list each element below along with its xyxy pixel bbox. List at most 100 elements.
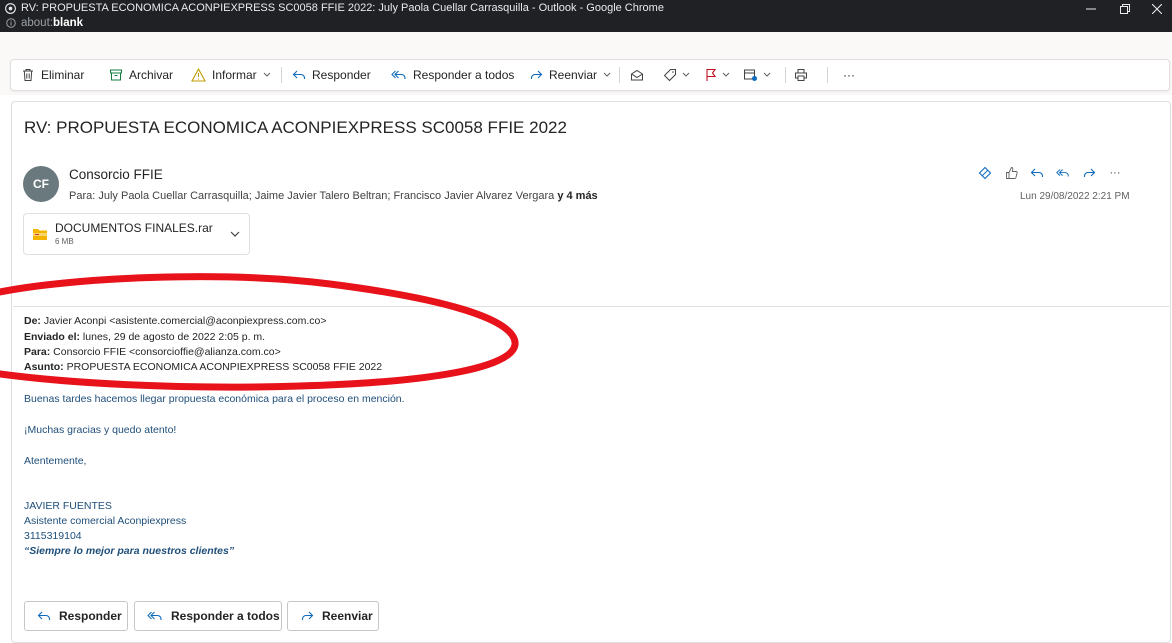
warning-icon	[191, 68, 206, 82]
footer-reply-all-label: Responder a todos	[171, 609, 280, 623]
close-button[interactable]	[1142, 0, 1172, 18]
reply-all-icon	[147, 611, 162, 620]
sparkle-tag-icon	[978, 166, 992, 180]
command-area: Eliminar Archivar Informar Responder Res…	[0, 32, 1172, 95]
toolbar-divider	[281, 67, 282, 83]
reply-label: Responder	[312, 68, 371, 82]
forward-label: Reenviar	[549, 68, 598, 82]
chevron-down-icon	[682, 72, 690, 77]
print-button[interactable]	[794, 60, 808, 90]
reply-all-icon	[1056, 169, 1069, 177]
message-subject: RV: PROPUESTA ECONOMICA ACONPIEXPRESS SC…	[24, 118, 567, 137]
toolbar-divider	[619, 67, 620, 83]
more-recipients-link[interactable]: y 4 más	[557, 190, 597, 202]
to-list[interactable]: July Paola Cuellar Carrasquilla; Jaime J…	[98, 190, 554, 202]
message-date: Lun 29/08/2022 2:21 PM	[1020, 191, 1130, 202]
reply-button[interactable]: Responder	[292, 60, 371, 90]
forward-sent-line: Enviado el: lunes, 29 de agosto de 2022 …	[24, 331, 265, 343]
minimize-button[interactable]	[1074, 0, 1108, 18]
forward-from-line: De: Javier Aconpi <asistente.comercial@a…	[24, 315, 326, 327]
reply-all-icon	[391, 70, 406, 79]
sender-name[interactable]: Consorcio FFIE	[69, 167, 163, 182]
report-button[interactable]: Informar	[191, 60, 271, 90]
forward-from-value: Javier Aconpi <asistente.comercial@aconp…	[40, 315, 327, 327]
forward-sent-value: lunes, 29 de agosto de 2022 2:05 p. m.	[80, 331, 266, 343]
folder-move-icon	[744, 69, 757, 81]
thumbs-up-icon	[1005, 167, 1018, 179]
forward-sent-label: Enviado el:	[24, 331, 81, 343]
header-more-button[interactable]: ···	[1106, 166, 1124, 180]
forward-icon	[1083, 168, 1096, 177]
url-bar[interactable]: about:blank	[21, 17, 83, 29]
restore-button[interactable]	[1108, 0, 1142, 18]
avatar[interactable]: CF	[23, 166, 59, 202]
forward-subject-value: PROPUESTA ECONOMICA ACONPIEXPRESS SC0058…	[63, 361, 383, 373]
envelope-open-icon	[631, 69, 643, 81]
reply-icon	[1030, 168, 1044, 177]
footer-forward-label: Reenviar	[322, 609, 373, 623]
attachment-card[interactable]: DOCUMENTOS FINALES.rar 6 MB	[23, 213, 250, 255]
header-reply-all-button[interactable]	[1056, 166, 1070, 180]
body-line: ¡Muchas gracias y quedo atento!	[24, 424, 177, 436]
url-host: blank	[52, 17, 84, 29]
forward-subject-line: Asunto: PROPUESTA ECONOMICA ACONPIEXPRES…	[24, 361, 382, 373]
archive-label: Archivar	[129, 68, 174, 82]
info-icon[interactable]	[6, 18, 16, 28]
to-prefix: Para:	[69, 190, 96, 202]
chevron-down-icon	[763, 72, 771, 77]
minimize-icon	[1086, 8, 1096, 10]
toolbar-divider	[785, 67, 786, 83]
report-label: Informar	[212, 68, 257, 82]
forward-to-value: Consorcio FFIE <consorcioffie@alianza.co…	[50, 346, 281, 358]
header-forward-button[interactable]	[1082, 166, 1096, 180]
reply-all-label: Responder a todos	[413, 68, 515, 82]
reply-icon	[37, 611, 51, 620]
forward-subject-label: Asunto:	[24, 361, 64, 373]
forward-to-label: Para:	[24, 346, 51, 358]
reply-icon	[292, 70, 306, 79]
archive-file-icon	[33, 229, 47, 240]
like-button[interactable]	[1004, 166, 1018, 180]
recipients-line: Para: July Paola Cuellar Carrasquilla; J…	[69, 190, 598, 202]
header-reply-button[interactable]	[1030, 166, 1044, 180]
signature-name: JAVIER FUENTES	[24, 500, 112, 512]
command-ribbon: Eliminar Archivar Informar Responder Res…	[10, 59, 1170, 91]
chevron-down-icon[interactable]	[230, 231, 240, 238]
footer-reply-label: Responder	[59, 609, 122, 623]
trash-icon	[23, 69, 33, 81]
more-options-label: ···	[843, 68, 855, 82]
delete-button[interactable]: Eliminar	[21, 60, 84, 90]
forward-icon	[530, 70, 543, 79]
attachment-size: 6 MB	[55, 237, 74, 246]
browser-title-bar: RV: PROPUESTA ECONOMICA ACONPIEXPRESS SC…	[0, 0, 1172, 32]
delete-label: Eliminar	[41, 68, 85, 82]
archive-icon	[110, 69, 122, 81]
chevron-down-icon	[263, 72, 271, 77]
chevron-down-icon	[603, 72, 611, 77]
toolbar-divider	[827, 67, 828, 83]
signature-phone: 3115319104	[24, 530, 82, 542]
chevron-down-icon	[722, 72, 730, 77]
body-line: Buenas tardes hacemos llegar propuesta e…	[24, 393, 405, 405]
signature-slogan: “Siempre lo mejor para nuestros clientes…	[24, 545, 235, 557]
tag-icon	[663, 69, 676, 82]
close-icon	[1152, 4, 1162, 14]
flag-button[interactable]	[705, 60, 730, 90]
attachment-name: DOCUMENTOS FINALES.rar	[55, 221, 213, 235]
archive-button[interactable]: Archivar	[109, 60, 173, 90]
forward-from-label: De:	[24, 315, 41, 327]
categorize-button[interactable]	[663, 60, 690, 90]
move-button[interactable]	[743, 60, 771, 90]
summary-button[interactable]	[978, 166, 992, 180]
url-scheme: about:	[21, 17, 53, 29]
mark-read-button[interactable]	[630, 60, 644, 90]
body-line: Atentemente,	[24, 455, 87, 467]
more-options-button[interactable]: ···	[843, 60, 855, 90]
forward-to-line: Para: Consorcio FFIE <consorcioffie@alia…	[24, 346, 281, 358]
print-icon	[795, 69, 807, 81]
signature-title: Asistente comercial Aconpiexpress	[24, 515, 187, 527]
reply-all-button[interactable]: Responder a todos	[391, 60, 514, 90]
forward-button[interactable]: Reenviar	[529, 60, 611, 90]
flag-icon	[706, 68, 717, 81]
message-divider	[13, 306, 1169, 307]
